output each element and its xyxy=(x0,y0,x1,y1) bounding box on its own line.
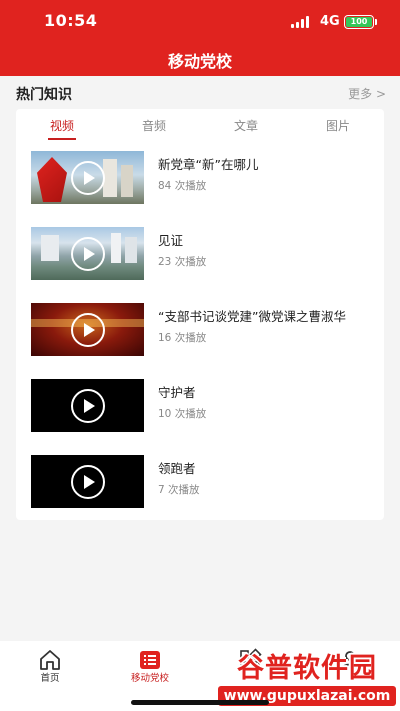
play-icon xyxy=(71,465,105,499)
tabbar-label: 移动党校 xyxy=(130,673,169,684)
video-item[interactable]: 新党章“新”在哪儿 84 次播放 xyxy=(31,151,371,205)
battery-tip xyxy=(375,19,377,25)
tab-video[interactable]: 视频 xyxy=(16,117,108,134)
tab-image[interactable]: 图片 xyxy=(292,117,384,134)
video-item[interactable]: 见证 23 次播放 xyxy=(31,227,371,281)
section-header: 热门知识 更多 > xyxy=(16,80,386,106)
video-title: 守护者 xyxy=(158,385,196,400)
video-play-count: 23 次播放 xyxy=(158,256,207,268)
status-bar: 10:54 4G 100 xyxy=(0,0,400,42)
signal-icon xyxy=(291,16,311,28)
play-icon xyxy=(71,161,105,195)
play-icon xyxy=(71,237,105,271)
home-indicator xyxy=(131,700,269,705)
video-play-count: 10 次播放 xyxy=(158,408,207,420)
play-icon xyxy=(71,389,105,423)
video-thumbnail xyxy=(31,151,144,204)
video-thumbnail xyxy=(31,227,144,280)
section-title: 热门知识 xyxy=(16,87,72,103)
video-item[interactable]: 守护者 10 次播放 xyxy=(31,379,371,433)
battery-level: 100 xyxy=(346,17,372,27)
play-icon xyxy=(71,313,105,347)
page-title: 移动党校 xyxy=(167,52,232,71)
video-title: 新党章“新”在哪儿 xyxy=(158,157,259,172)
home-icon xyxy=(40,650,60,670)
video-title: 领跑者 xyxy=(158,461,196,476)
content-card: 视频 音频 文章 图片 新党章“新”在哪儿 84 次播放 见证 23 次播放 “… xyxy=(16,109,384,520)
network-type: 4G xyxy=(320,14,340,29)
active-tab-indicator xyxy=(48,138,76,140)
tabbar-label: 首页 xyxy=(40,673,60,684)
tab-audio[interactable]: 音频 xyxy=(108,117,200,134)
video-title: “支部书记谈党建”微党课之曹淑华 xyxy=(158,309,346,324)
battery-icon: 100 xyxy=(344,15,374,29)
tabbar-home[interactable]: 首页 xyxy=(0,641,100,689)
video-play-count: 7 次播放 xyxy=(158,484,200,496)
video-play-count: 84 次播放 xyxy=(158,180,207,192)
video-item[interactable]: 领跑者 7 次播放 xyxy=(31,455,371,509)
video-thumbnail xyxy=(31,379,144,432)
status-time: 10:54 xyxy=(44,11,98,30)
watermark: 谷普软件园 www.gupuxlazai.com xyxy=(218,646,396,708)
video-play-count: 16 次播放 xyxy=(158,332,207,344)
video-thumbnail xyxy=(31,455,144,508)
tab-article[interactable]: 文章 xyxy=(200,117,292,134)
tabbar-school[interactable]: 移动党校 xyxy=(100,641,200,689)
category-tabs: 视频 音频 文章 图片 xyxy=(16,109,384,143)
more-link[interactable]: 更多 > xyxy=(348,85,386,102)
list-icon xyxy=(140,651,160,669)
video-item[interactable]: “支部书记谈党建”微党课之曹淑华 16 次播放 xyxy=(31,303,371,357)
app-header: 10:54 4G 100 移动党校 xyxy=(0,0,400,76)
video-title: 见证 xyxy=(158,233,184,248)
video-thumbnail xyxy=(31,303,144,356)
watermark-text: 谷普软件园 xyxy=(237,653,377,684)
